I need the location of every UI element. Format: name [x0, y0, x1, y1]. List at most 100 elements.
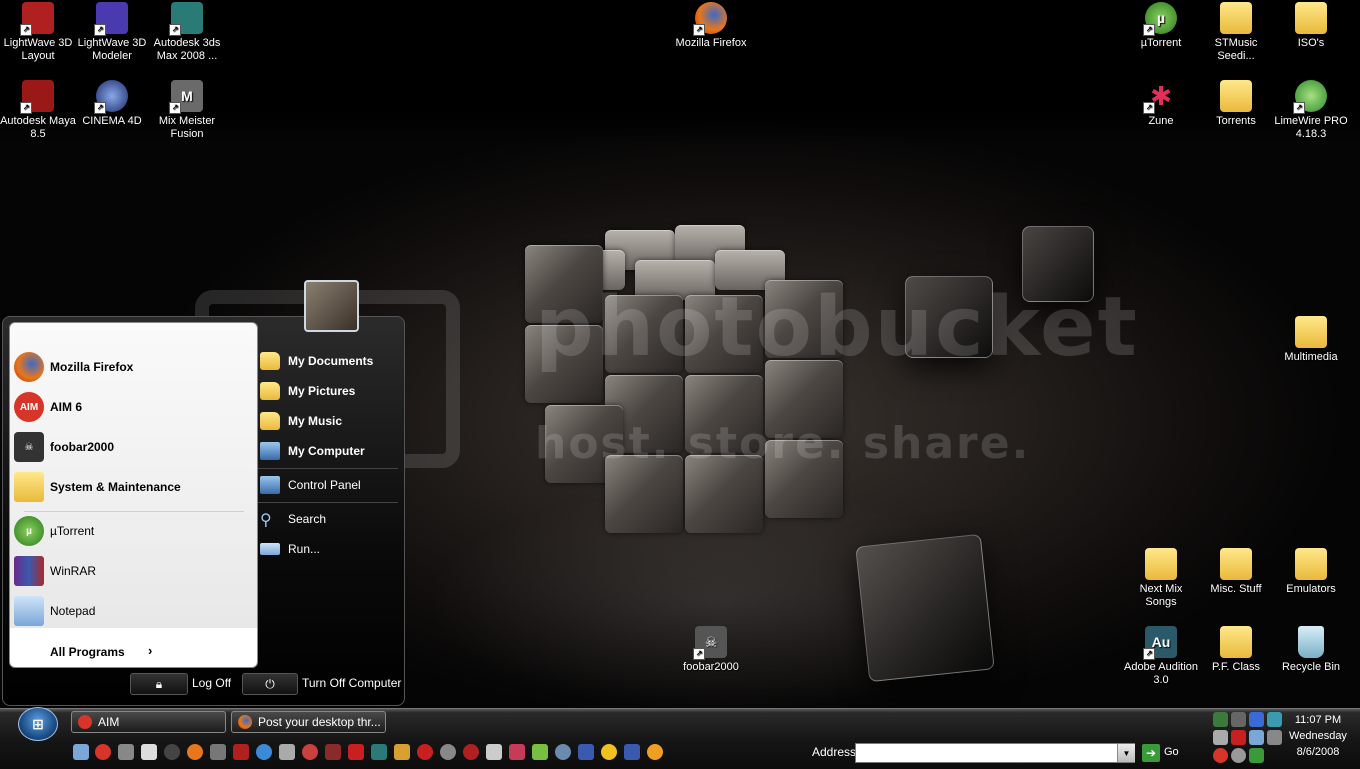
desktop-icon-zune[interactable]: ✱ ↗ Zune — [1123, 80, 1199, 128]
desktop-icon-utorrent[interactable]: µ ↗ µTorrent — [1123, 2, 1199, 50]
desktop-icon-foobar[interactable]: ☠ ↗ foobar2000 — [673, 626, 749, 674]
desktop-icon-torrents[interactable]: Torrents — [1198, 80, 1274, 128]
app-icon[interactable] — [1231, 730, 1246, 745]
internet-explorer-icon[interactable] — [256, 744, 272, 760]
start-item-label: System & Maintenance — [50, 480, 181, 494]
foobar-icon[interactable] — [1231, 712, 1246, 727]
desktop-icon-label: foobar2000 — [683, 661, 739, 673]
desktop-icon-maya[interactable]: ↗ Autodesk Maya 8.5 — [0, 80, 76, 141]
app-icon[interactable] — [325, 744, 341, 760]
desktop-icon-firefox[interactable]: ↗ Mozilla Firefox — [673, 2, 749, 50]
start-place-run[interactable]: Run... — [260, 536, 320, 562]
firefox-icon[interactable] — [187, 744, 203, 760]
utorrent-icon[interactable] — [1249, 748, 1264, 763]
sync-icon[interactable] — [1267, 712, 1282, 727]
foobar-icon[interactable] — [210, 744, 226, 760]
start-item-foobar[interactable]: ☠ foobar2000 — [14, 429, 252, 465]
start-place-my-pictures[interactable]: My Pictures — [260, 378, 355, 404]
power-button[interactable]: ⏻ — [242, 673, 298, 695]
address-label: Address — [812, 745, 857, 759]
desktop-icon-lightwave-layout[interactable]: ↗ LightWave 3D Layout — [0, 2, 76, 63]
start-place-search[interactable]: ⚲ Search — [260, 506, 326, 532]
start-item-label: WinRAR — [50, 564, 97, 578]
network-meter-icon[interactable] — [1213, 712, 1228, 727]
window-icon[interactable] — [624, 744, 640, 760]
app-icon[interactable] — [1231, 748, 1246, 763]
go-arrow-icon[interactable]: ➔ — [1142, 744, 1160, 762]
window-icon[interactable] — [578, 744, 594, 760]
3ds-max-icon[interactable] — [371, 744, 387, 760]
taskbar-button-aim[interactable]: AIM — [71, 711, 226, 733]
log-off-button[interactable]: Log Off — [192, 676, 231, 690]
volume-icon[interactable] — [1267, 730, 1282, 745]
pdf-icon[interactable] — [348, 744, 364, 760]
app-icon[interactable] — [1213, 730, 1228, 745]
steam-icon[interactable] — [164, 744, 180, 760]
aim-icon[interactable] — [95, 744, 111, 760]
maya-icon[interactable] — [233, 744, 249, 760]
runner-icon[interactable] — [141, 744, 157, 760]
media-icon[interactable] — [302, 744, 318, 760]
app-icon[interactable] — [440, 744, 456, 760]
zune-icon[interactable] — [509, 744, 525, 760]
control-panel-icon — [260, 476, 280, 494]
desktop-icon-cinema4d[interactable]: ↗ CINEMA 4D — [74, 80, 150, 128]
desktop-icon-audition[interactable]: Au ↗ Adobe Audition 3.0 — [1123, 626, 1199, 687]
start-item-winrar[interactable]: WinRAR — [14, 553, 252, 589]
address-input[interactable] — [855, 743, 1135, 763]
taskbar-button-firefox[interactable]: Post your desktop thr... — [231, 711, 386, 733]
chevron-down-icon[interactable]: ▼ — [1117, 744, 1135, 762]
start-item-notepad[interactable]: Notepad — [14, 593, 252, 629]
desktop-icon-label: Recycle Bin — [1281, 661, 1341, 673]
smiley-icon[interactable] — [601, 744, 617, 760]
app-icon[interactable] — [555, 744, 571, 760]
desktop-icon-next-mix[interactable]: Next Mix Songs — [1123, 548, 1199, 609]
user-avatar[interactable] — [304, 280, 359, 332]
app-icon[interactable] — [394, 744, 410, 760]
go-button[interactable]: Go — [1164, 746, 1179, 758]
start-item-firefox[interactable]: Mozilla Firefox — [14, 349, 252, 385]
eac-icon[interactable] — [486, 744, 502, 760]
watermark-tagline: host. store. share. — [535, 418, 1031, 469]
winrar-icon — [14, 556, 44, 586]
desktop-icon-stmusic[interactable]: STMusic Seedi... — [1198, 2, 1274, 63]
app-icon[interactable] — [463, 744, 479, 760]
place-label: Search — [288, 512, 327, 526]
start-item-label: foobar2000 — [50, 440, 115, 454]
desktop-icon-lightwave-modeler[interactable]: ↗ LightWave 3D Modeler — [74, 2, 150, 63]
plane-icon[interactable] — [118, 744, 134, 760]
network-icon[interactable] — [279, 744, 295, 760]
app-icon[interactable] — [647, 744, 663, 760]
lock-button[interactable]: 🔒︎ — [130, 673, 188, 695]
desktop-icon-label: LightWave 3D Layout — [3, 37, 73, 62]
aim-glyph: AIM — [19, 401, 39, 413]
taskbar-clock[interactable]: 11:07 PM Wednesday 8/6/2008 — [1288, 712, 1348, 760]
desktop-icon-pf-class[interactable]: P.F. Class — [1198, 626, 1274, 674]
aim-icon[interactable] — [1213, 748, 1228, 763]
start-place-my-computer[interactable]: My Computer — [260, 438, 365, 464]
desktop-icon-limewire[interactable]: ↗ LimeWire PRO 4.18.3 — [1273, 80, 1349, 141]
turn-off-computer-button[interactable]: Turn Off Computer — [302, 676, 401, 690]
display-icon[interactable] — [1249, 712, 1264, 727]
start-place-my-music[interactable]: My Music — [260, 408, 342, 434]
network-icon[interactable] — [1249, 730, 1264, 745]
desktop-icon-recycle-bin[interactable]: Recycle Bin — [1273, 626, 1349, 674]
show-desktop-icon[interactable] — [73, 744, 89, 760]
start-place-control-panel[interactable]: Control Panel — [260, 472, 361, 498]
start-place-my-documents[interactable]: My Documents — [260, 348, 373, 374]
folder-icon — [1295, 548, 1327, 580]
taskbar-button-label: Post your desktop thr... — [258, 715, 381, 729]
desktop-icon-misc[interactable]: Misc. Stuff — [1198, 548, 1274, 596]
desktop-icon-3ds-max[interactable]: ↗ Autodesk 3ds Max 2008 ... — [149, 2, 225, 63]
start-item-utorrent[interactable]: µ µTorrent — [14, 513, 252, 549]
start-item-aim[interactable]: AIM AIM 6 — [14, 389, 252, 425]
all-programs-button[interactable]: All Programs — [50, 645, 125, 659]
desktop-icon-emulators[interactable]: Emulators — [1273, 548, 1349, 596]
start-button[interactable]: ⊞ — [18, 707, 58, 741]
app-icon[interactable] — [417, 744, 433, 760]
desktop-icon-mixmeister[interactable]: M ↗ Mix Meister Fusion — [149, 80, 225, 141]
desktop-icon-multimedia[interactable]: Multimedia — [1273, 316, 1349, 364]
desktop-icon-isos[interactable]: ISO's — [1273, 2, 1349, 50]
mixmeister-icon[interactable] — [532, 744, 548, 760]
start-item-system-maintenance[interactable]: System & Maintenance — [14, 469, 252, 505]
